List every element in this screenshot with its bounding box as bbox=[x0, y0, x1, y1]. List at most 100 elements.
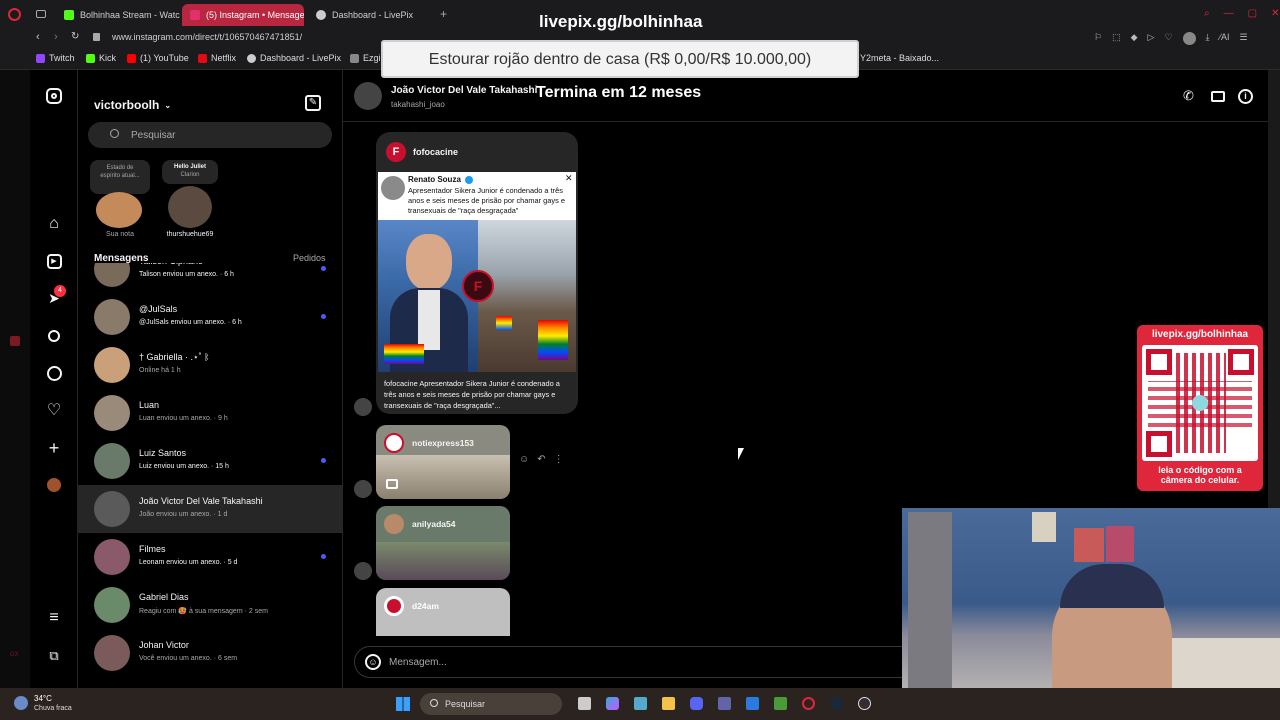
post-logo-badge: F bbox=[462, 270, 494, 302]
bookmark-youtube[interactable]: (1) YouTube bbox=[127, 53, 189, 63]
reel-scene bbox=[376, 455, 510, 499]
profile-avatar[interactable] bbox=[44, 475, 64, 495]
heart-icon[interactable]: ♡ bbox=[1164, 32, 1172, 45]
crowd-flag-2 bbox=[496, 316, 512, 330]
task-view-icon[interactable] bbox=[578, 697, 591, 710]
phone-call-icon[interactable]: ✆ bbox=[1183, 88, 1194, 104]
shield-icon[interactable]: ◆ bbox=[1131, 32, 1138, 45]
taskbar-search[interactable]: Pesquisar bbox=[420, 693, 562, 715]
conversation-row[interactable]: Gabriel Dias Reagiu com 🥵 à sua mensagem … bbox=[78, 581, 343, 629]
bookmark-ezgi[interactable]: Ezgi bbox=[350, 53, 381, 63]
note-friend[interactable]: Hello Juliet Clarion thurshuehue69 bbox=[158, 158, 222, 242]
conversation-avatar bbox=[94, 491, 130, 527]
opera-logo-icon[interactable] bbox=[8, 8, 21, 21]
windows-start-icon[interactable] bbox=[396, 697, 410, 711]
contact-name[interactable]: João Victor Del Vale Takahashi bbox=[391, 85, 537, 96]
contact-avatar[interactable] bbox=[354, 82, 382, 110]
download-icon[interactable]: ⤓ bbox=[1206, 32, 1210, 45]
message-placeholder: Mensagem... bbox=[389, 657, 447, 668]
maximize-icon[interactable]: ▢ bbox=[1248, 8, 1257, 20]
note-mine[interactable]: Estado de espírito atual... Sua nota bbox=[90, 158, 150, 242]
new-tab-icon[interactable]: + bbox=[440, 7, 447, 21]
bookmark-y2meta[interactable]: Y2meta - Baixado... bbox=[860, 53, 939, 63]
search-input[interactable]: Pesquisar bbox=[88, 122, 332, 148]
home-icon[interactable]: ⌂ bbox=[44, 214, 64, 234]
conversation-row[interactable]: Luan Luan enviou um anexo. · 9 h bbox=[78, 389, 343, 437]
username-switcher[interactable]: victorboolh ⌄ bbox=[94, 98, 171, 112]
search-icon[interactable] bbox=[44, 326, 64, 346]
netflix-icon bbox=[198, 53, 207, 63]
bookmark-livepix[interactable]: Dashboard - LivePix bbox=[247, 53, 341, 63]
reel-card-2[interactable]: anilyada54 bbox=[376, 506, 510, 580]
reels-icon[interactable]: ▶ bbox=[44, 251, 64, 271]
profile-avatar[interactable] bbox=[1182, 32, 1196, 45]
notifications-heart-icon[interactable]: ♡ bbox=[44, 400, 64, 420]
bookmark-icon[interactable]: ⚐ bbox=[1094, 32, 1102, 45]
reel-card-1[interactable]: notiexpress153 bbox=[376, 425, 510, 499]
video-call-icon[interactable] bbox=[1211, 91, 1225, 102]
shared-post-card[interactable]: F fofocacine Renato Souza ✕ Apresentador… bbox=[376, 132, 578, 414]
conversation-row[interactable]: @JulSals @JulSals enviou um anexo. · 6 h bbox=[78, 293, 343, 341]
back-icon[interactable]: ‹ bbox=[36, 31, 40, 43]
reload-icon[interactable]: ↻ bbox=[71, 31, 79, 42]
close-icon[interactable]: ✕ bbox=[1271, 8, 1279, 20]
explore-icon[interactable] bbox=[44, 363, 64, 383]
file-explorer-icon[interactable] bbox=[662, 697, 675, 710]
app-icon[interactable] bbox=[746, 697, 759, 710]
play-icon[interactable]: ▷ bbox=[1148, 32, 1155, 45]
new-message-icon[interactable]: ✎ bbox=[305, 95, 321, 111]
conversation-row[interactable]: João Victor Del Vale Takahashi João envio… bbox=[78, 485, 343, 533]
reel-card-3[interactable]: d24am bbox=[376, 588, 510, 636]
forward-icon[interactable]: › bbox=[54, 31, 58, 43]
webcam-door bbox=[908, 512, 952, 712]
tab-overview-icon[interactable] bbox=[36, 10, 46, 18]
side-label: GX bbox=[10, 652, 19, 658]
snapshot-icon[interactable]: ⬚ bbox=[1112, 32, 1121, 45]
reel-account-avatar bbox=[384, 433, 404, 453]
minimize-icon[interactable]: — bbox=[1224, 8, 1234, 20]
weather-icon[interactable] bbox=[14, 696, 28, 710]
bookmark-kick[interactable]: Kick bbox=[86, 53, 116, 63]
webcam-poster-1 bbox=[1032, 512, 1056, 542]
tab-livepix-dashboard[interactable]: Dashboard - LivePix bbox=[308, 4, 434, 26]
conversation-preview: Online há 1 h bbox=[139, 367, 181, 374]
threads-icon[interactable]: ⧉ bbox=[44, 646, 64, 666]
more-menu-icon[interactable]: ≡ bbox=[44, 608, 64, 628]
bookmark-label: Dashboard - LivePix bbox=[260, 53, 342, 63]
requests-link[interactable]: Pedidos bbox=[293, 253, 326, 263]
overlay-goal-box: Estourar rojão dentro de casa (R$ 0,00/R… bbox=[381, 40, 859, 78]
conversation-row[interactable]: Johan Victor Você enviou um anexo. · 6 se… bbox=[78, 629, 343, 677]
tab-instagram[interactable]: (5) Instagram • Mensagens bbox=[182, 4, 304, 26]
conversation-row[interactable]: Luiz Santos Luiz enviou um anexo. · 15 h bbox=[78, 437, 343, 485]
teams-icon[interactable] bbox=[718, 697, 731, 710]
instagram-logo-icon[interactable] bbox=[44, 86, 64, 106]
create-icon[interactable]: + bbox=[44, 438, 64, 458]
obs-icon[interactable] bbox=[858, 697, 871, 710]
search-placeholder: Pesquisar bbox=[131, 130, 176, 141]
emoji-icon[interactable]: ☺ bbox=[365, 654, 381, 670]
info-icon[interactable]: i bbox=[1238, 89, 1253, 104]
messenger-icon[interactable]: ➤ 4 bbox=[44, 285, 66, 308]
bookmark-netflix[interactable]: Netflix bbox=[198, 53, 236, 63]
ai-icon[interactable]: ⁄AI bbox=[1220, 32, 1230, 45]
livepix-icon bbox=[247, 53, 256, 63]
steam-icon[interactable] bbox=[830, 697, 843, 710]
discord-icon[interactable] bbox=[690, 697, 703, 710]
store-icon[interactable] bbox=[634, 697, 647, 710]
more-options-icon[interactable]: ⋮ bbox=[554, 454, 564, 465]
window-controls: ⌕ — ▢ ✕ bbox=[1204, 8, 1279, 20]
copilot-icon[interactable] bbox=[606, 697, 619, 710]
opera-gx-icon[interactable] bbox=[802, 697, 815, 710]
search-tabs-icon[interactable]: ⌕ bbox=[1204, 8, 1210, 20]
conversation-row[interactable]: Filmes Leonam enviou um anexo. · 5 d bbox=[78, 533, 343, 581]
minecraft-icon[interactable] bbox=[774, 697, 787, 710]
url-field[interactable]: www.instagram.com/direct/t/1065704674718… bbox=[112, 32, 302, 42]
reply-icon[interactable]: ↶ bbox=[537, 454, 545, 465]
conversation-row[interactable]: † Gabriella · .⋆˚ ᛔ Online há 1 h bbox=[78, 341, 343, 389]
tab-kick-stream[interactable]: Bolhinhaa Stream - Watch bbox=[56, 4, 180, 26]
bookmark-twitch[interactable]: Twitch bbox=[36, 53, 75, 63]
react-emoji-icon[interactable]: ☺ bbox=[519, 454, 529, 465]
conversation-row[interactable]: Talison Cipriano Talison enviou um anexo.… bbox=[78, 263, 343, 293]
search-icon bbox=[430, 699, 438, 707]
menu-icon[interactable]: ☰ bbox=[1240, 32, 1248, 45]
